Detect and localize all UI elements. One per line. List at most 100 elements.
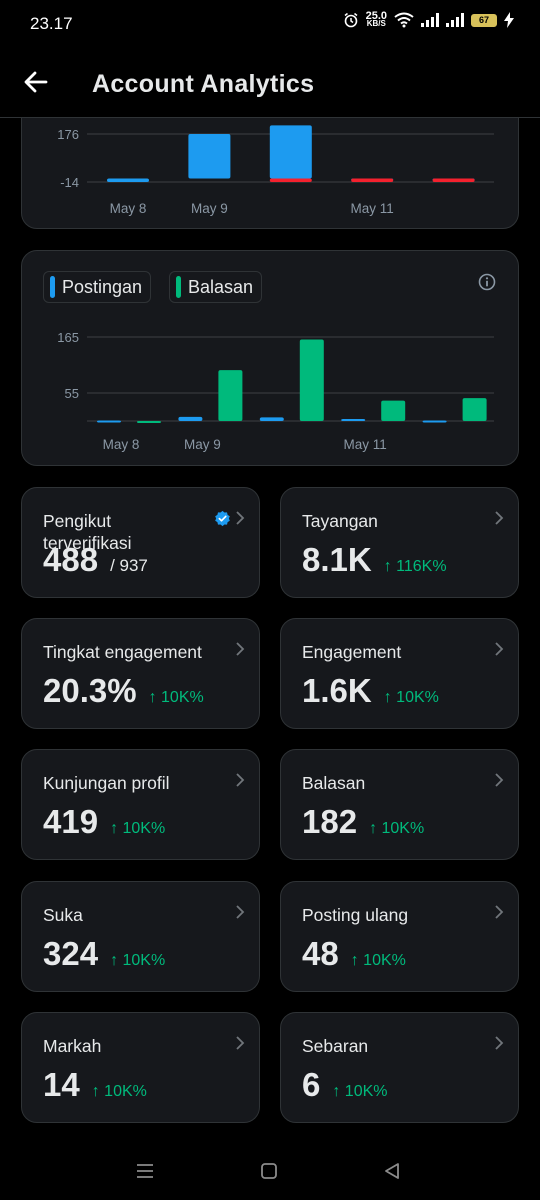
battery-icon: 67 xyxy=(471,13,497,27)
chevron-right-icon xyxy=(236,511,245,525)
menu-icon[interactable] xyxy=(135,1162,155,1180)
stat-delta: ↑ 116K% xyxy=(383,558,447,575)
bar-chart-2: 165 55 May 8 May 9 May 11 xyxy=(57,330,494,452)
stat-label: Engagement xyxy=(302,642,402,662)
x-tick-label: May 8 xyxy=(110,201,147,216)
stat-label: Sebaran xyxy=(302,1036,369,1056)
stat-card[interactable]: Kunjungan profil 419 ↑ 10K% xyxy=(21,749,260,860)
stat-card[interactable]: Balasan 182 ↑ 10K% xyxy=(280,749,519,860)
stat-value-row: 6 ↑ 10K% xyxy=(302,1066,388,1104)
chevron-right-icon xyxy=(495,905,504,919)
system-nav-bar xyxy=(0,1140,540,1200)
stat-value: 14 xyxy=(43,1066,80,1103)
bar[interactable] xyxy=(107,178,149,182)
stat-total: / 937 xyxy=(110,556,148,575)
y-tick-label: 55 xyxy=(65,386,79,401)
stat-card[interactable]: Tingkat engagement 20.3% ↑ 10K% xyxy=(21,618,260,729)
stat-delta: ↑ 10K% xyxy=(110,952,166,969)
clock: 23.17 xyxy=(30,14,73,33)
chevron-right-icon xyxy=(236,1036,245,1050)
stat-delta: ↑ 10K% xyxy=(332,1083,388,1100)
x-tick-label: May 8 xyxy=(103,437,140,452)
stat-delta: ↑ 10K% xyxy=(383,689,439,706)
stat-value-row: 48 ↑ 10K% xyxy=(302,935,406,973)
bar[interactable] xyxy=(351,178,394,182)
chevron-right-icon xyxy=(495,1036,504,1050)
stat-value-row: 8.1K ↑ 116K% xyxy=(302,541,447,579)
stat-value: 6 xyxy=(302,1066,321,1103)
x-tick-label: May 9 xyxy=(184,437,221,452)
bar[interactable] xyxy=(432,178,475,182)
home-icon[interactable] xyxy=(260,1162,278,1180)
status-icons: 25.0 KB/S 67 xyxy=(343,10,514,28)
stat-card[interactable]: Pengikut terverifikasi 488/ 937 xyxy=(21,487,260,598)
stat-label: Balasan xyxy=(302,773,366,793)
alarm-icon xyxy=(344,12,358,28)
network-speed: 25.0 KB/S xyxy=(365,10,387,28)
bar[interactable] xyxy=(381,400,406,421)
stat-value-row: 14 ↑ 10K% xyxy=(43,1066,147,1104)
charging-icon xyxy=(504,12,514,28)
stat-delta: ↑ 10K% xyxy=(91,1083,147,1100)
bar[interactable] xyxy=(97,420,121,423)
stat-card[interactable]: Engagement 1.6K ↑ 10K% xyxy=(280,618,519,729)
bar[interactable] xyxy=(137,421,161,423)
stat-value: 488 xyxy=(43,541,99,578)
chevron-right-icon xyxy=(495,773,504,787)
stat-value-row: 488 / 937 xyxy=(43,541,148,579)
chevron-right-icon xyxy=(236,642,245,656)
chevron-right-icon xyxy=(495,511,504,525)
back-nav-icon[interactable] xyxy=(383,1161,401,1181)
stat-value: 324 xyxy=(43,935,99,972)
bar[interactable] xyxy=(422,420,447,423)
stat-label: Posting ulang xyxy=(302,905,409,925)
bar[interactable] xyxy=(269,178,312,182)
bar[interactable] xyxy=(269,125,312,179)
bar[interactable] xyxy=(188,134,231,179)
stat-card[interactable]: Suka 324 ↑ 10K% xyxy=(21,881,260,992)
y-tick-label: 165 xyxy=(57,330,79,345)
stat-value-row: 20.3% ↑ 10K% xyxy=(43,672,204,710)
bar[interactable] xyxy=(341,418,366,421)
stat-delta: ↑ 10K% xyxy=(148,689,204,706)
bar[interactable] xyxy=(178,416,203,421)
bar[interactable] xyxy=(218,370,243,421)
chart-card-2: Postingan Balasan 165 55 May 8 May 9 May 11 xyxy=(21,250,519,466)
stat-value: 48 xyxy=(302,935,339,972)
bar[interactable] xyxy=(259,417,284,421)
signal-icon-2 xyxy=(446,13,464,27)
stat-delta: ↑ 10K% xyxy=(350,952,406,969)
stat-card[interactable]: Sebaran 6 ↑ 10K% xyxy=(280,1012,519,1123)
stat-value: 8.1K xyxy=(302,541,372,578)
x-tick-label: May 9 xyxy=(191,201,228,216)
stat-value: 419 xyxy=(43,803,99,840)
y-tick-label: -14 xyxy=(60,175,79,190)
stat-label: Kunjungan profil xyxy=(43,773,170,793)
stat-card[interactable]: Posting ulang 48 ↑ 10K% xyxy=(280,881,519,992)
stat-value-row: 1.6K ↑ 10K% xyxy=(302,672,439,710)
verified-badge-icon xyxy=(215,510,230,527)
page-title: Account Analytics xyxy=(92,70,315,98)
wifi-icon xyxy=(394,12,414,28)
stat-value-row: 419 ↑ 10K% xyxy=(43,803,165,841)
stat-label: Suka xyxy=(43,905,83,925)
stat-card[interactable]: Tayangan 8.1K ↑ 116K% xyxy=(280,487,519,598)
chevron-right-icon xyxy=(236,773,245,787)
stat-value: 20.3% xyxy=(43,672,137,709)
x-tick-label: May 11 xyxy=(351,201,394,216)
chevron-right-icon xyxy=(495,642,504,656)
stat-label: Tingkat engagement xyxy=(43,642,202,662)
stat-delta: ↑ 10K% xyxy=(110,820,166,837)
stat-value: 182 xyxy=(302,803,358,840)
y-tick-label: 176 xyxy=(57,127,79,142)
status-bar: 23.17 25.0 KB/S 67 xyxy=(0,0,540,46)
arrow-left-icon[interactable] xyxy=(22,68,50,96)
stat-value: 1.6K xyxy=(302,672,372,709)
bar[interactable] xyxy=(299,339,324,421)
chevron-right-icon xyxy=(236,905,245,919)
stat-delta: ↑ 10K% xyxy=(369,820,425,837)
stat-card[interactable]: Markah 14 ↑ 10K% xyxy=(21,1012,260,1123)
stat-label: Markah xyxy=(43,1036,102,1056)
bar[interactable] xyxy=(462,398,487,421)
app-header: Account Analytics xyxy=(0,46,540,118)
